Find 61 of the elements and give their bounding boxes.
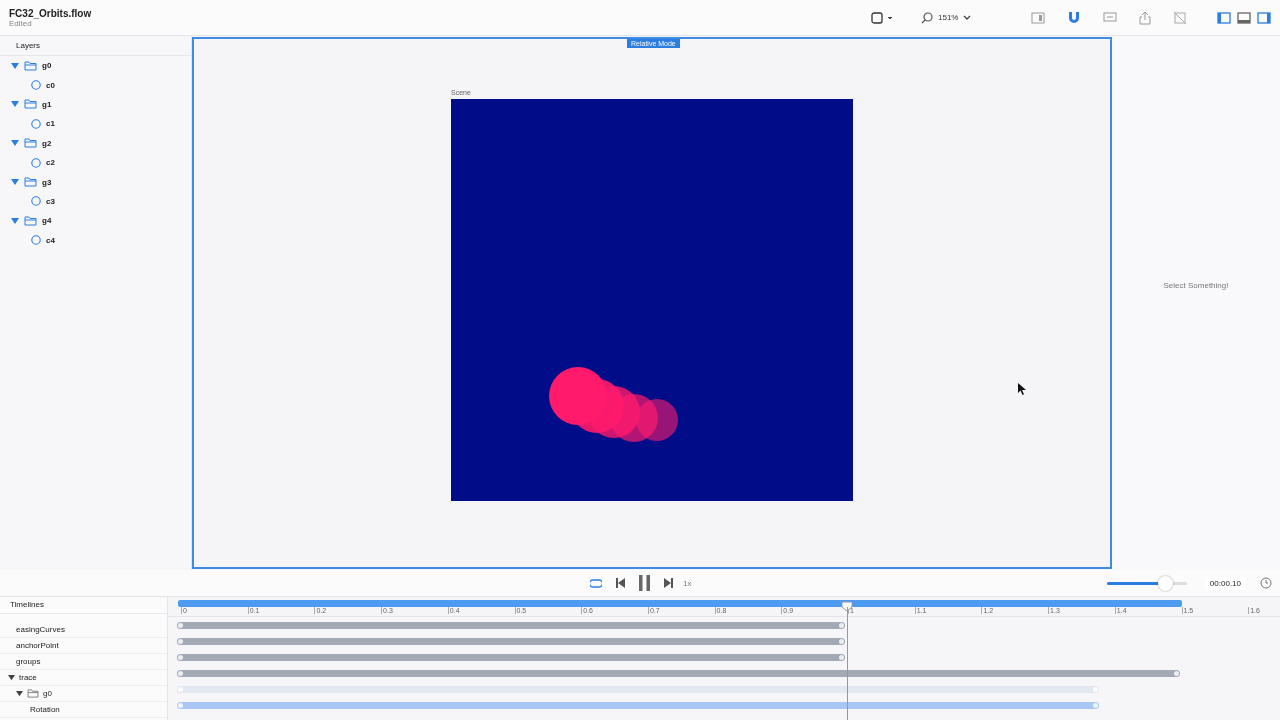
pause-icon[interactable] [639, 575, 650, 591]
layer-group-item[interactable]: g1 [0, 94, 191, 115]
left-panel-icon[interactable] [1217, 11, 1232, 24]
folder-icon [27, 689, 39, 698]
circle-icon [31, 196, 41, 207]
caret-icon [963, 14, 972, 21]
track-bar[interactable] [177, 701, 1100, 709]
track-label[interactable]: groups [16, 657, 41, 666]
share-icon[interactable] [1139, 10, 1152, 25]
track-bar[interactable] [177, 621, 846, 629]
folder-icon [24, 138, 37, 149]
track-label[interactable]: anchorPoint [16, 641, 59, 650]
disclosure-icon[interactable] [8, 674, 15, 681]
panel-icon[interactable] [1031, 11, 1046, 24]
track-label[interactable]: easingCurves [16, 625, 65, 634]
layer-item[interactable]: c0 [0, 75, 191, 95]
document-status: Edited [9, 18, 32, 28]
layer-item[interactable]: c3 [0, 191, 191, 212]
panel-title: Layers [0, 36, 191, 56]
search-icon [921, 11, 933, 24]
layer-group-item[interactable]: g3 [0, 172, 191, 192]
right-panel-icon[interactable] [1257, 11, 1272, 24]
circle-icon [31, 80, 41, 91]
layer-group-item[interactable]: g4 [0, 211, 191, 231]
folder-icon [24, 177, 37, 188]
layer-item[interactable]: c1 [0, 114, 191, 134]
circle-icon [31, 118, 41, 129]
folder-icon [24, 99, 37, 110]
layer-item[interactable]: c2 [0, 152, 191, 173]
magnet-icon[interactable] [1067, 10, 1082, 25]
image-off-icon[interactable] [1173, 10, 1188, 25]
disclosure-icon[interactable] [16, 690, 23, 697]
track-bar[interactable] [177, 637, 846, 645]
circle-icon [31, 157, 41, 168]
bottom-panel-icon[interactable] [1237, 11, 1252, 24]
circle-icon [31, 235, 41, 246]
speed-label[interactable]: 1x [683, 578, 692, 588]
track-label[interactable]: trace [19, 673, 37, 682]
playhead-handle[interactable] [841, 601, 853, 612]
clock-icon[interactable] [1260, 577, 1272, 589]
layer-item[interactable]: c4 [0, 230, 191, 250]
track-bar[interactable] [177, 685, 1100, 693]
track-label[interactable]: Rotation [30, 705, 60, 714]
document-title: FC32_Orbits.flow [9, 7, 93, 19]
slider-thumb[interactable] [1157, 575, 1173, 591]
empty-state-message: Select Something! [1163, 280, 1229, 290]
skip-forward-icon[interactable] [664, 578, 673, 588]
loop-icon[interactable] [590, 578, 602, 588]
skip-back-icon[interactable] [616, 578, 625, 588]
shape-tool-button[interactable] [871, 11, 895, 24]
zoom-button[interactable]: 151% [921, 11, 972, 24]
layer-group-item[interactable]: g0 [0, 56, 191, 76]
cursor-icon [1018, 383, 1026, 395]
timelines-title: Timelines [0, 597, 167, 614]
track-bar[interactable] [177, 653, 846, 661]
layer-group-item[interactable]: g2 [0, 133, 191, 153]
track-bar[interactable] [177, 669, 1180, 677]
folder-icon [24, 215, 37, 226]
time-field[interactable]: 00:00.10 [1204, 576, 1246, 590]
folder-icon [24, 60, 37, 71]
track-label[interactable]: g0 [43, 689, 52, 698]
